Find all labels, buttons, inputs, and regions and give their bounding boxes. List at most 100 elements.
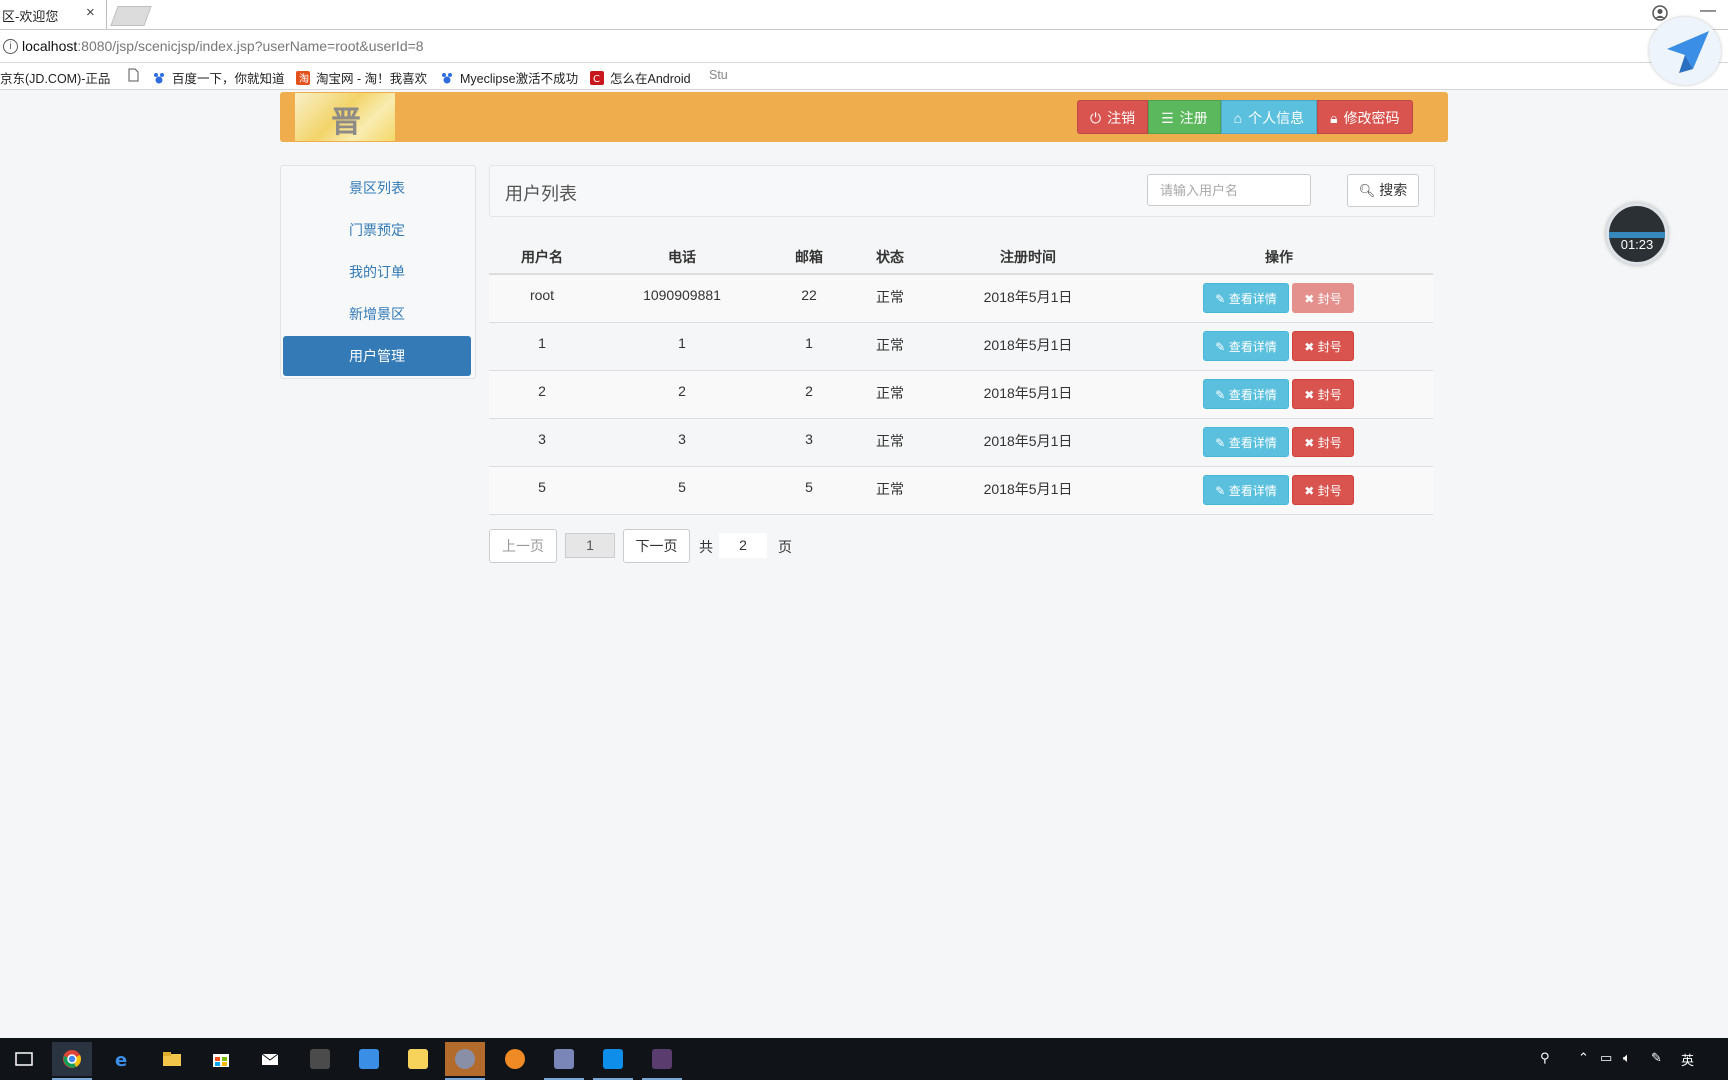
view-details-button[interactable]: ✎ 查看详情	[1203, 379, 1289, 409]
edge-taskbar-button[interactable]: e	[102, 1042, 142, 1076]
home-icon: ⌂	[1233, 110, 1243, 126]
column-header-email: 邮箱	[795, 249, 823, 265]
table-body: root 1090909881 22 正常 2018年5月1日 ✎ 查看详情 ✖ 封号 1 1 1…	[489, 275, 1433, 515]
profile-button[interactable]: ⌂ 个人信息	[1220, 100, 1318, 134]
sidebar-item-add-scenic[interactable]: 新增景区	[283, 294, 471, 334]
prev-page-button[interactable]: 上一页	[489, 529, 557, 563]
bird-app-icon[interactable]	[1649, 17, 1721, 85]
ban-user-button[interactable]: ✖ 封号	[1292, 427, 1354, 457]
screen-recorder-timer[interactable]: 01:23	[1606, 203, 1668, 265]
search-input[interactable]	[1147, 174, 1311, 206]
bookmark-baidu[interactable]: 百度一下，你就知道	[152, 68, 285, 87]
bird-taskbar-button[interactable]	[349, 1042, 389, 1076]
store-icon	[213, 1054, 229, 1067]
ban-user-button[interactable]: ✖ 封号	[1292, 379, 1354, 409]
browser-tab-bar: 区-欢迎您 × —	[0, 0, 1728, 30]
register-button[interactable]: ☰ 注册	[1148, 100, 1221, 134]
cell-register-time: 2018年5月1日	[983, 337, 1073, 353]
table-row: 5 5 5 正常 2018年5月1日 ✎ 查看详情 ✖ 封号	[489, 467, 1433, 515]
cell-status: 正常	[876, 289, 904, 305]
csdn-icon: C	[590, 71, 604, 85]
site-logo[interactable]: 晋	[295, 93, 395, 141]
info-icon[interactable]: i	[3, 39, 18, 54]
bookmark-page[interactable]	[126, 68, 146, 83]
close-icon: ✖	[1304, 340, 1318, 354]
timer-text: 01:23	[1620, 237, 1654, 252]
sidebar-item-ticket-booking[interactable]: 门票预定	[283, 210, 471, 250]
store-taskbar-button[interactable]	[201, 1042, 241, 1076]
eclipse-taskbar-button[interactable]	[445, 1042, 485, 1080]
baidu-icon	[442, 73, 452, 84]
view-details-button[interactable]: ✎ 查看详情	[1203, 475, 1289, 505]
view-details-button[interactable]: ✎ 查看详情	[1203, 427, 1289, 457]
chevron-up-icon[interactable]: ⌃	[1578, 1050, 1589, 1066]
panel-header: 用户列表 🔍︎ 搜索	[489, 165, 1435, 217]
explorer-taskbar-button[interactable]	[152, 1042, 192, 1076]
sidebar-item-user-management[interactable]: 用户管理	[283, 336, 471, 376]
user-table: 用户名 电话 邮箱 状态 注册时间 操作 root 1090909881 22 正常 2…	[489, 237, 1433, 515]
input-method-indicator[interactable]: 英	[1681, 1050, 1694, 1069]
sublime-taskbar-button[interactable]	[300, 1042, 340, 1076]
url-text[interactable]: localhost:8080/jsp/scenicjsp/index.jsp?u…	[22, 38, 424, 54]
close-icon: ✖	[1304, 292, 1318, 306]
chrome-icon	[63, 1050, 81, 1068]
sublime-icon	[310, 1049, 330, 1069]
cell-register-time: 2018年5月1日	[983, 289, 1073, 305]
cell-username: 1	[538, 335, 546, 351]
url-host: localhost	[22, 38, 78, 54]
ban-user-label: 封号	[1317, 292, 1342, 306]
logo-text: 晋	[331, 105, 361, 140]
edit-icon: ✎	[1215, 436, 1229, 450]
bookmark-android[interactable]: C 怎么在Android	[590, 68, 691, 87]
table-header: 用户名 电话 邮箱 状态 注册时间 操作	[489, 237, 1433, 275]
bookmark-jd[interactable]: 京东(JD.COM)-正品	[0, 68, 110, 87]
bookmark-stu[interactable]: Stu	[709, 68, 728, 82]
table-row: 3 3 3 正常 2018年5月1日 ✎ 查看详情 ✖ 封号	[489, 419, 1433, 467]
cell-status: 正常	[876, 385, 904, 401]
game-icon	[652, 1049, 672, 1069]
cell-email: 2	[805, 383, 813, 399]
header-button-group: ⏻ 注销 ☰ 注册 ⌂ 个人信息 🔒︎ 修改密码	[1077, 100, 1413, 134]
cell-email: 1	[805, 335, 813, 351]
cell-email: 5	[805, 479, 813, 495]
next-page-button[interactable]: 下一页	[623, 529, 690, 563]
people-icon[interactable]: ⚲	[1540, 1050, 1550, 1066]
dolphin-taskbar-button[interactable]	[544, 1042, 584, 1080]
notes-taskbar-button[interactable]	[398, 1042, 438, 1076]
sidebar-item-my-orders[interactable]: 我的订单	[283, 252, 471, 292]
column-header-register-time: 注册时间	[1000, 249, 1056, 265]
bird-icon	[1667, 31, 1709, 73]
change-password-button[interactable]: 🔒︎ 修改密码	[1317, 100, 1413, 134]
pen-icon[interactable]: ✎	[1651, 1050, 1662, 1066]
total-pages: 2	[719, 533, 767, 558]
tab-close-icon[interactable]: ×	[86, 4, 95, 21]
view-details-button[interactable]: ✎ 查看详情	[1203, 331, 1289, 361]
ban-user-label: 封号	[1317, 388, 1342, 402]
view-details-button[interactable]: ✎ 查看详情	[1203, 283, 1289, 313]
bookmarks-bar: 京东(JD.COM)-正品 百度一下，你就知道 淘淘宝网 - 淘！我喜欢 Mye…	[0, 63, 1728, 90]
cell-phone: 3	[678, 431, 686, 447]
column-header-actions: 操作	[1265, 249, 1293, 265]
ban-user-button[interactable]: ✖ 封号	[1292, 475, 1354, 505]
game-taskbar-button[interactable]	[642, 1042, 682, 1080]
close-icon: ✖	[1304, 484, 1318, 498]
logout-button[interactable]: ⏻ 注销	[1077, 100, 1149, 134]
total-prefix: 共	[699, 539, 713, 555]
sidebar-item-scenic-list[interactable]: 景区列表	[283, 168, 471, 208]
baidu-icon	[154, 73, 164, 84]
chrome-taskbar-button[interactable]	[52, 1042, 92, 1080]
search-button[interactable]: 🔍︎ 搜索	[1347, 174, 1419, 207]
task-view-button[interactable]	[4, 1042, 44, 1076]
new-tab-button[interactable]	[110, 6, 152, 26]
bookmark-myeclipse[interactable]: Myeclipse激活不成功	[440, 68, 578, 87]
volume-muted-icon[interactable]: 🔈︎	[1623, 1050, 1631, 1066]
mail-taskbar-button[interactable]	[250, 1042, 290, 1076]
bookmark-taobao[interactable]: 淘淘宝网 - 淘！我喜欢	[296, 68, 427, 87]
app-orange-taskbar-button[interactable]	[495, 1042, 535, 1076]
network-icon[interactable]: ▭	[1600, 1050, 1612, 1066]
address-bar[interactable]: i localhost:8080/jsp/scenicjsp/index.jsp…	[0, 30, 1728, 63]
ban-user-button[interactable]: ✖ 封号	[1292, 331, 1354, 361]
svg-text:C: C	[593, 74, 600, 85]
teamviewer-taskbar-button[interactable]	[593, 1042, 633, 1080]
browser-tab[interactable]: 区-欢迎您 ×	[0, 0, 107, 29]
